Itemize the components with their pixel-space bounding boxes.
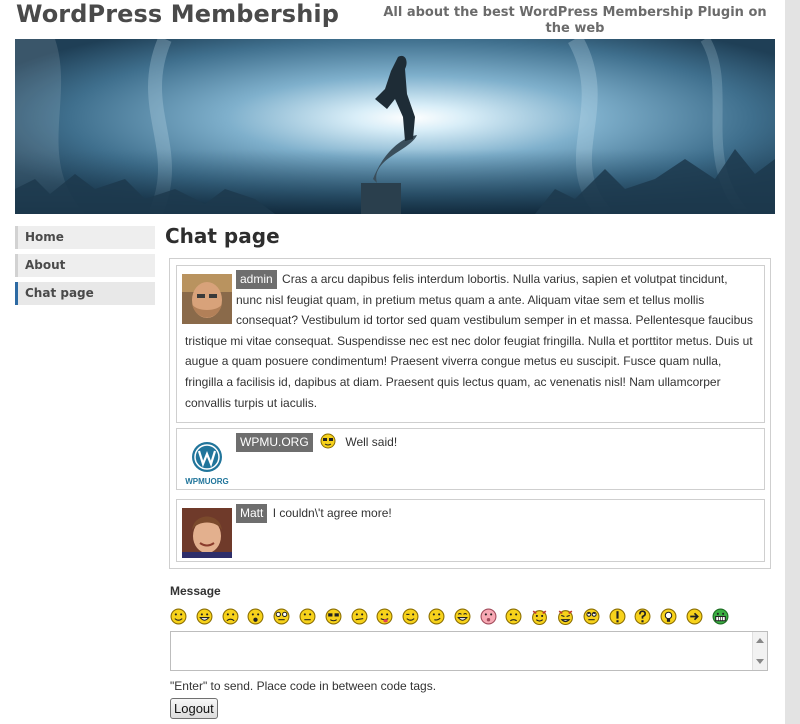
message-label: Message xyxy=(170,584,221,598)
tongue-icon[interactable] xyxy=(376,608,393,625)
emoticon-bar xyxy=(170,608,729,626)
chat-log[interactable]: admin Cras a arcu dapibus felis interdum… xyxy=(169,258,771,569)
chat-message: WPMUORG WPMU.ORG Well said! xyxy=(176,428,765,490)
nav-item-chat-page[interactable]: Chat page xyxy=(15,282,155,305)
site-tagline: All about the best WordPress Membership … xyxy=(383,5,767,36)
avatar-admin-photo xyxy=(182,274,232,324)
cool-glasses-emoticon-icon xyxy=(320,433,336,449)
sunglasses-icon[interactable] xyxy=(325,608,342,625)
smirk-icon[interactable] xyxy=(428,608,445,625)
wink-icon[interactable] xyxy=(402,608,419,625)
author-badge: Matt xyxy=(236,504,268,523)
chat-message: Matt I couldn\'t agree more! xyxy=(176,499,765,562)
message-input[interactable] xyxy=(171,632,753,670)
rolleyes-icon[interactable] xyxy=(583,608,600,625)
eek-icon[interactable] xyxy=(273,608,290,625)
author-badge: WPMU.ORG xyxy=(236,433,313,452)
wpmu-logo-icon: WPMUORG xyxy=(182,437,232,487)
blush-icon[interactable] xyxy=(480,608,497,625)
sidebar-nav: Home About Chat page xyxy=(15,226,155,310)
message-scrollbar[interactable] xyxy=(752,632,767,670)
message-text: Cras a arcu dapibus felis interdum lobor… xyxy=(185,272,753,410)
neutral-icon[interactable] xyxy=(299,608,316,625)
scroll-up-arrow-icon[interactable] xyxy=(756,638,764,643)
chat-message: admin Cras a arcu dapibus felis interdum… xyxy=(176,265,765,423)
sad-icon[interactable] xyxy=(222,608,239,625)
frown-icon[interactable] xyxy=(505,608,522,625)
arrow-icon[interactable] xyxy=(686,608,703,625)
idea-icon[interactable] xyxy=(660,608,677,625)
page-title: Chat page xyxy=(165,224,280,248)
send-hint: "Enter" to send. Place code in between c… xyxy=(170,679,437,693)
confused-icon[interactable] xyxy=(351,608,368,625)
message-input-box xyxy=(170,631,768,671)
exclaim-icon[interactable] xyxy=(609,608,626,625)
site-title[interactable]: WordPress Membership xyxy=(16,0,339,28)
green-grin-icon[interactable] xyxy=(712,608,729,625)
grin-icon[interactable] xyxy=(196,608,213,625)
page: WordPress Membership All about the best … xyxy=(0,0,785,724)
laugh-icon[interactable] xyxy=(454,608,471,625)
nav-item-about[interactable]: About xyxy=(15,254,155,277)
nav-item-home[interactable]: Home xyxy=(15,226,155,249)
message-text: Well said! xyxy=(345,435,398,449)
message-text: I couldn\'t agree more! xyxy=(272,506,392,520)
evil-icon[interactable] xyxy=(531,608,548,625)
avatar-matt-photo xyxy=(182,508,232,558)
wpmu-logo-caption: WPMUORG xyxy=(185,477,229,486)
scroll-down-arrow-icon[interactable] xyxy=(756,659,764,664)
surprised-icon[interactable] xyxy=(247,608,264,625)
author-badge: admin xyxy=(236,270,277,289)
twisted-icon[interactable] xyxy=(557,608,574,625)
smile-icon[interactable] xyxy=(170,608,187,625)
question-icon[interactable] xyxy=(634,608,651,625)
logout-button[interactable]: Logout xyxy=(170,698,218,719)
header-banner-image xyxy=(15,39,775,214)
